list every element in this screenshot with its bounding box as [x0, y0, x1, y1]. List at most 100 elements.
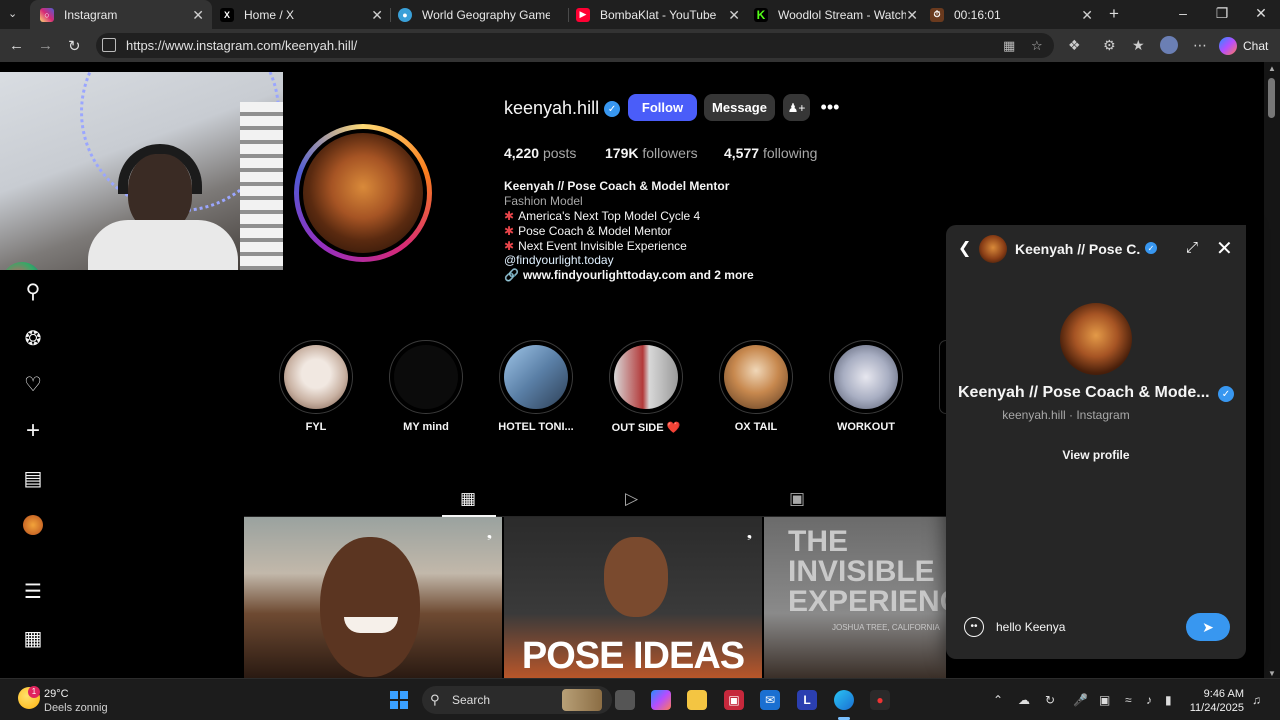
minimize-button[interactable]: –: [1173, 5, 1193, 21]
back-arrow-icon[interactable]: ←: [9, 37, 24, 54]
more-menu-icon[interactable]: ☰: [22, 580, 44, 603]
task-view-icon[interactable]: [615, 690, 635, 710]
send-icon[interactable]: ➤: [1186, 613, 1230, 641]
close-icon[interactable]: ✕: [371, 7, 383, 24]
close-icon[interactable]: ✕: [728, 7, 740, 24]
volume-icon[interactable]: ♪: [1146, 693, 1152, 707]
chat-header-title[interactable]: Keenyah // Pose C...: [1015, 241, 1140, 257]
window-close-button[interactable]: ✕: [1251, 5, 1271, 22]
bio-mention-link[interactable]: @findyourlight.today: [504, 253, 614, 267]
view-profile-button[interactable]: View profile: [1050, 440, 1142, 470]
profile-avatar-icon[interactable]: [22, 514, 44, 536]
expand-icon[interactable]: ⤢: [1186, 239, 1198, 256]
tab-kick-stream[interactable]: K Woodlol Stream - Watch Live ✕: [754, 0, 920, 29]
tab-x-home[interactable]: X Home / X ✕: [220, 0, 385, 29]
highlight-item[interactable]: MY mind: [389, 340, 463, 433]
post-thumbnail[interactable]: ❟: [244, 517, 502, 678]
extensions-icon[interactable]: ❖: [1068, 37, 1081, 54]
copilot-app-icon[interactable]: [651, 690, 671, 710]
posts-grid-icon[interactable]: ▦: [460, 489, 476, 509]
message-button[interactable]: Message: [704, 94, 775, 121]
edge-browser-icon[interactable]: [834, 690, 854, 710]
dashboard-icon[interactable]: ▤: [22, 467, 44, 490]
similar-accounts-icon[interactable]: ♟+: [783, 94, 810, 121]
maximize-button[interactable]: ❐: [1212, 5, 1232, 22]
favorite-star-icon[interactable]: ☆: [1031, 38, 1043, 54]
bio-website-link[interactable]: 🔗 www.findyourlighttoday.com and 2 more: [504, 268, 754, 282]
clock-time[interactable]: 9:46 AM: [1200, 688, 1244, 700]
close-icon[interactable]: ✕: [192, 7, 204, 24]
follow-button[interactable]: Follow: [628, 94, 697, 121]
chat-avatar[interactable]: [979, 235, 1007, 263]
tab-youtube[interactable]: ▶ BombaKlat - YouTube ✕: [576, 0, 742, 29]
tagged-icon[interactable]: ▣: [789, 489, 805, 509]
browser-essentials-icon[interactable]: ⚙: [1103, 37, 1116, 54]
create-plus-icon[interactable]: +: [22, 417, 44, 444]
also-from-meta-icon[interactable]: ▦: [22, 627, 44, 650]
notifications-bell-icon[interactable]: ♫: [1252, 693, 1261, 707]
page-scrollbar[interactable]: ▲ ▼: [1264, 62, 1280, 678]
scroll-up-icon[interactable]: ▲: [1268, 64, 1276, 73]
emoji-icon[interactable]: ••: [964, 617, 984, 637]
message-input[interactable]: [996, 617, 1176, 637]
windows-taskbar: 1 29°C Deels zonnig ⚲ Search ▣ ✉ L ● ⌃ ☁…: [0, 678, 1280, 720]
scroll-down-icon[interactable]: ▼: [1268, 669, 1276, 678]
highlight-item[interactable]: FYL: [279, 340, 353, 433]
show-hidden-icons-chevron[interactable]: ⌃: [993, 693, 1003, 707]
store-app-icon[interactable]: ▣: [724, 690, 744, 710]
profile-avatar[interactable]: [299, 129, 427, 257]
link-icon: 🔗: [504, 268, 519, 282]
app-available-icon[interactable]: ▦: [1003, 38, 1015, 54]
close-icon[interactable]: ✕: [1216, 236, 1233, 261]
site-info-icon[interactable]: [102, 38, 116, 52]
highlight-item[interactable]: WORKOUT: [829, 340, 903, 433]
app-l-icon[interactable]: L: [797, 690, 817, 710]
weather-temperature[interactable]: 29°C: [44, 688, 69, 700]
profile-avatar-icon[interactable]: [1160, 36, 1178, 54]
notifications-heart-icon[interactable]: ♡: [22, 373, 44, 396]
favorites-icon[interactable]: ★: [1132, 37, 1145, 54]
close-icon[interactable]: ✕: [906, 7, 918, 24]
chevron-left-icon[interactable]: ❮: [958, 238, 971, 258]
reload-icon[interactable]: ↻: [68, 37, 81, 55]
onedrive-cloud-icon[interactable]: ☁: [1018, 693, 1030, 707]
wifi-icon[interactable]: ≈: [1125, 693, 1132, 707]
post-thumbnail[interactable]: THE INVISIBLE EXPERIENCE JOSHUA TREE, CA…: [764, 517, 946, 678]
taskbar-search[interactable]: ⚲ Search: [422, 686, 612, 714]
battery-icon[interactable]: ▮: [1165, 693, 1172, 707]
post-thumbnail[interactable]: POSE IDEAS ❟: [504, 517, 762, 678]
more-options-icon[interactable]: ⋯: [1193, 37, 1207, 54]
tab-timer[interactable]: ⏱ 00:16:01 ✕: [930, 0, 1095, 29]
highlight-item[interactable]: HOTEL TONI...: [498, 340, 574, 433]
highlight-item[interactable]: OX TAIL: [719, 340, 793, 433]
tab-instagram[interactable]: ○ Instagram ✕: [30, 0, 212, 29]
highlight-item-partial[interactable]: [939, 340, 946, 414]
recording-app-icon[interactable]: ●: [870, 690, 890, 710]
clock-date[interactable]: 11/24/2025: [1185, 702, 1244, 714]
weather-description[interactable]: Deels zonnig: [44, 702, 108, 714]
search-icon[interactable]: ⚲: [22, 280, 44, 303]
search-label: Search: [452, 693, 491, 707]
followers-stat[interactable]: 179K followers: [605, 145, 698, 161]
sync-icon[interactable]: ↻: [1045, 693, 1055, 707]
outlook-mail-icon[interactable]: ✉: [760, 690, 780, 710]
explore-compass-icon[interactable]: ❂: [22, 327, 44, 350]
start-windows-icon[interactable]: [390, 691, 408, 709]
new-tab-button[interactable]: +: [1109, 4, 1119, 24]
address-bar[interactable]: https://www.instagram.com/keenyah.hill/ …: [96, 33, 1054, 58]
close-icon[interactable]: ✕: [1081, 7, 1093, 24]
reels-icon[interactable]: ▷: [625, 489, 638, 509]
display-icon[interactable]: ▣: [1099, 693, 1110, 707]
forward-arrow-icon[interactable]: →: [38, 37, 53, 54]
file-explorer-icon[interactable]: [687, 690, 707, 710]
streamer-body: [88, 220, 238, 270]
following-stat[interactable]: 4,577 following: [724, 145, 817, 161]
microphone-icon[interactable]: 🎤: [1073, 693, 1088, 707]
scrollbar-thumb[interactable]: [1268, 78, 1275, 118]
tab-actions-menu[interactable]: ⌄: [8, 7, 17, 20]
more-options-icon[interactable]: •••: [818, 96, 842, 120]
copilot-chat-button[interactable]: Chat: [1219, 34, 1268, 58]
tab-world-geography[interactable]: ● World Geography Games On: [398, 0, 563, 29]
highlight-item[interactable]: OUT SIDE ❤️: [609, 340, 683, 434]
url-text[interactable]: https://www.instagram.com/keenyah.hill/: [126, 38, 357, 53]
